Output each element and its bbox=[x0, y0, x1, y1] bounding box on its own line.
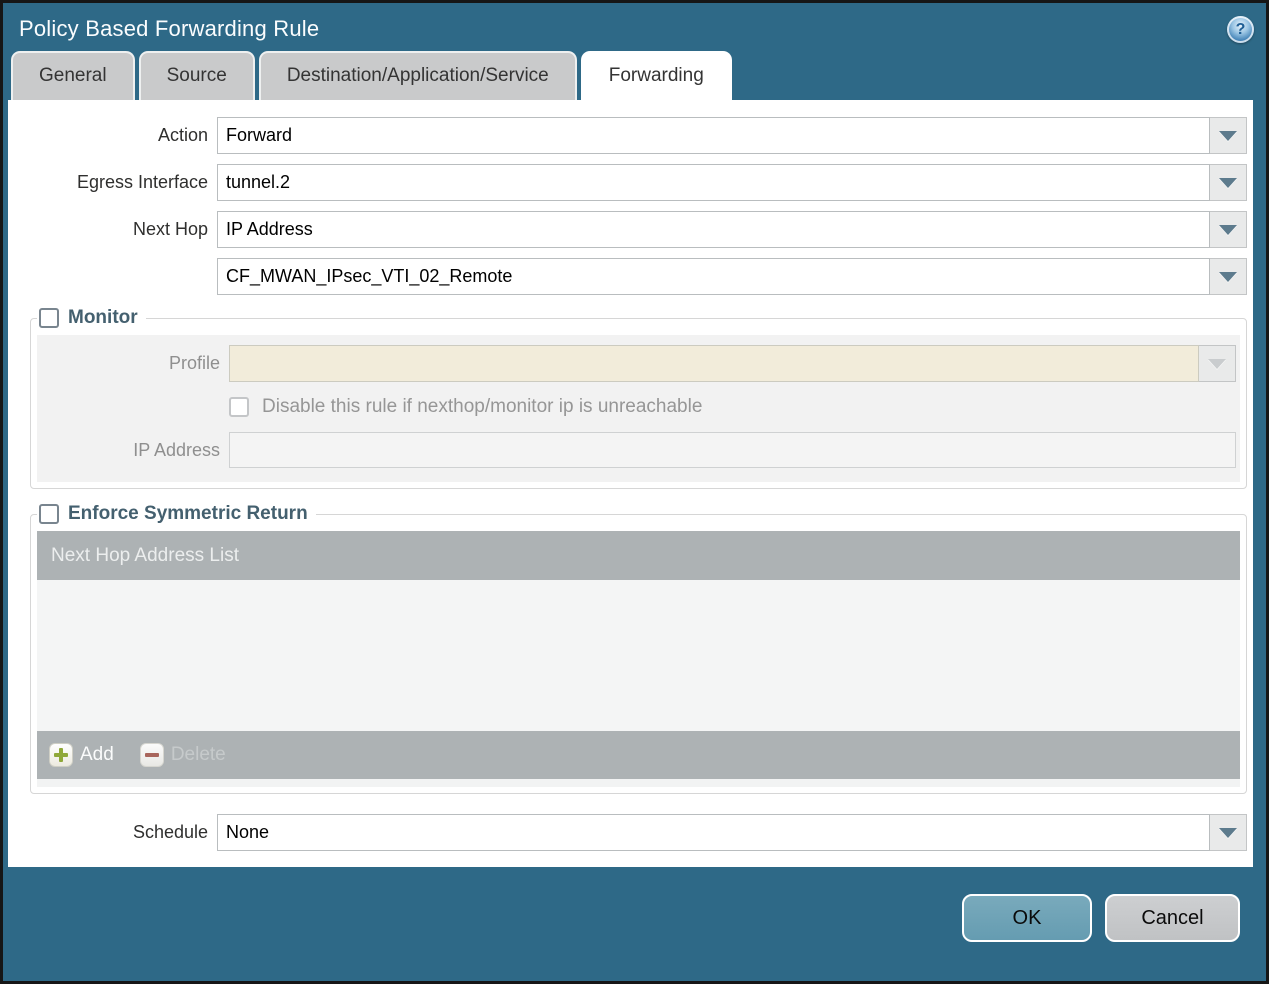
disable-rule-label: Disable this rule if nexthop/monitor ip … bbox=[262, 396, 703, 417]
delete-button: Delete bbox=[139, 743, 226, 767]
tab-bar: General Source Destination/Application/S… bbox=[3, 49, 1266, 100]
monitor-panel: Profile Disable this rule if nexthop/mon… bbox=[37, 335, 1240, 482]
disable-rule-checkbox bbox=[229, 397, 249, 417]
disable-rule-row: Disable this rule if nexthop/monitor ip … bbox=[37, 396, 1236, 418]
tab-forwarding[interactable]: Forwarding bbox=[580, 51, 732, 100]
next-hop-address-input[interactable]: CF_MWAN_IPsec_VTI_02_Remote bbox=[217, 258, 1210, 295]
monitor-ip-address-input bbox=[229, 432, 1236, 468]
next-hop-address-dropdown-button[interactable] bbox=[1210, 258, 1247, 295]
cancel-button[interactable]: Cancel bbox=[1105, 894, 1240, 942]
monitor-checkbox[interactable] bbox=[39, 308, 59, 328]
next-hop-label: Next Hop bbox=[132, 219, 208, 239]
enforce-symmetric-return-legend: Enforce Symmetric Return bbox=[37, 503, 316, 525]
schedule-label: Schedule bbox=[132, 822, 208, 842]
enforce-symmetric-return-checkbox[interactable] bbox=[39, 504, 59, 524]
tab-source[interactable]: Source bbox=[138, 51, 255, 100]
monitor-legend: Monitor bbox=[37, 307, 146, 329]
help-icon[interactable]: ? bbox=[1227, 16, 1254, 43]
dialog-title: Policy Based Forwarding Rule bbox=[19, 16, 320, 41]
egress-interface-dropdown-button[interactable] bbox=[1210, 164, 1247, 201]
next-hop-type-input[interactable]: IP Address bbox=[217, 211, 1210, 248]
action-row: Action Forward bbox=[8, 117, 1253, 154]
egress-interface-label: Egress Interface bbox=[76, 172, 208, 192]
tab-general[interactable]: General bbox=[11, 51, 135, 100]
plus-icon bbox=[49, 743, 73, 767]
next-hop-address-list-header: Next Hop Address List bbox=[37, 531, 1240, 580]
next-hop-type-dropdown-button[interactable] bbox=[1210, 211, 1247, 248]
chevron-down-icon bbox=[1208, 358, 1226, 369]
next-hop-address-list-table: Next Hop Address List Add Delete bbox=[37, 531, 1240, 787]
next-hop-address-row: CF_MWAN_IPsec_VTI_02_Remote bbox=[8, 258, 1253, 295]
chevron-down-icon bbox=[1219, 827, 1237, 838]
monitor-legend-label: Monitor bbox=[68, 307, 138, 328]
add-button[interactable]: Add bbox=[49, 743, 114, 767]
next-hop-address-list-body[interactable] bbox=[37, 580, 1240, 731]
action-dropdown-button[interactable] bbox=[1210, 117, 1247, 154]
monitor-section: Monitor Profile Disable this rule if nex… bbox=[30, 307, 1247, 489]
chevron-down-icon bbox=[1219, 177, 1237, 188]
next-hop-row: Next Hop IP Address bbox=[8, 211, 1253, 248]
profile-dropdown-button bbox=[1199, 345, 1236, 382]
policy-based-forwarding-dialog: Policy Based Forwarding Rule ? General S… bbox=[0, 0, 1269, 984]
minus-icon bbox=[139, 743, 164, 767]
enforce-symmetric-return-legend-label: Enforce Symmetric Return bbox=[68, 503, 308, 524]
delete-button-label: Delete bbox=[170, 744, 226, 765]
dialog-footer: OK Cancel bbox=[3, 867, 1266, 942]
next-hop-address-list-toolbar: Add Delete bbox=[37, 731, 1240, 779]
ok-button[interactable]: OK bbox=[962, 894, 1092, 942]
chevron-down-icon bbox=[1219, 271, 1237, 282]
schedule-input[interactable]: None bbox=[217, 814, 1210, 851]
monitor-ip-address-row: IP Address bbox=[37, 432, 1236, 468]
profile-input bbox=[229, 345, 1199, 382]
profile-row: Profile bbox=[37, 345, 1236, 382]
schedule-row: Schedule None bbox=[8, 814, 1253, 851]
chevron-down-icon bbox=[1219, 224, 1237, 235]
chevron-down-icon bbox=[1219, 130, 1237, 141]
tab-destination-application-service[interactable]: Destination/Application/Service bbox=[258, 51, 577, 100]
egress-interface-row: Egress Interface tunnel.2 bbox=[8, 164, 1253, 201]
profile-label: Profile bbox=[168, 353, 220, 373]
egress-interface-input[interactable]: tunnel.2 bbox=[217, 164, 1210, 201]
monitor-ip-address-label: IP Address bbox=[133, 439, 220, 460]
add-button-label: Add bbox=[80, 744, 114, 765]
table-bottom-strip bbox=[37, 779, 1240, 787]
enforce-symmetric-return-section: Enforce Symmetric Return Next Hop Addres… bbox=[30, 503, 1247, 794]
schedule-dropdown-button[interactable] bbox=[1210, 814, 1247, 851]
action-label: Action bbox=[157, 125, 208, 145]
tab-content-forwarding: Action Forward Egress Interface tunnel.2… bbox=[8, 100, 1253, 867]
action-input[interactable]: Forward bbox=[217, 117, 1210, 154]
dialog-titlebar: Policy Based Forwarding Rule ? bbox=[3, 3, 1266, 49]
